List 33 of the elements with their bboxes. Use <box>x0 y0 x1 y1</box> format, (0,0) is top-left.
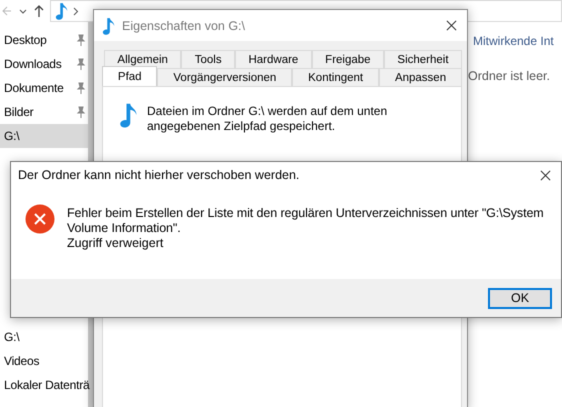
tab[interactable]: Allgemein <box>104 50 182 68</box>
column-header[interactable]: Mitwirkende Int <box>473 34 554 48</box>
description-text: Dateien im Ordner G:\ werden auf dem unten angegebenen Zielpfad gespeichert. <box>147 104 388 134</box>
sidebar-item[interactable]: Desktop <box>0 28 88 52</box>
sidebar-item[interactable]: G:\ <box>0 325 88 349</box>
tab[interactable]: Vorgängerversionen <box>157 68 292 86</box>
close-icon[interactable] <box>540 170 551 180</box>
tab[interactable]: Pfad <box>102 66 158 86</box>
music-note-icon <box>55 2 69 20</box>
chevron-right-icon <box>73 6 79 16</box>
ok-button[interactable]: OK <box>488 288 552 308</box>
window-title: Eigenschaften von G:\ <box>122 18 246 32</box>
error-detail: Zugriff verweigert <box>67 236 164 251</box>
sidebar-item[interactable]: Dokumente <box>0 76 88 100</box>
sidebar-item[interactable]: Lokaler Datenträ <box>0 373 88 397</box>
error-icon <box>25 204 55 234</box>
sidebar-item[interactable]: Downloads <box>0 52 88 76</box>
tab[interactable]: Anpassen <box>379 68 462 86</box>
empty-folder-message: Ordner ist leer. <box>468 69 550 83</box>
tab[interactable]: Tools <box>181 50 236 68</box>
tab[interactable]: Sicherheit <box>384 50 462 68</box>
up-arrow-icon[interactable] <box>34 5 44 17</box>
sidebar-item[interactable]: Bilder <box>0 100 88 124</box>
music-note-icon <box>102 16 116 34</box>
error-message: Fehler beim Erstellen der Liste mit den regulären Unterverzeichnissen unter "G:\System Volume Information". <box>67 206 545 236</box>
sidebar-item[interactable]: Videos <box>0 349 88 373</box>
close-icon[interactable] <box>446 20 457 31</box>
dialog-title: Der Ordner kann nicht hierher verschoben werden. <box>18 168 300 182</box>
music-note-icon <box>119 101 139 129</box>
tab[interactable]: Hardware <box>235 50 312 68</box>
tab[interactable]: Freigabe <box>312 50 384 68</box>
tab[interactable]: Kontingent <box>292 68 380 86</box>
sidebar-item[interactable]: G:\ <box>0 124 88 148</box>
